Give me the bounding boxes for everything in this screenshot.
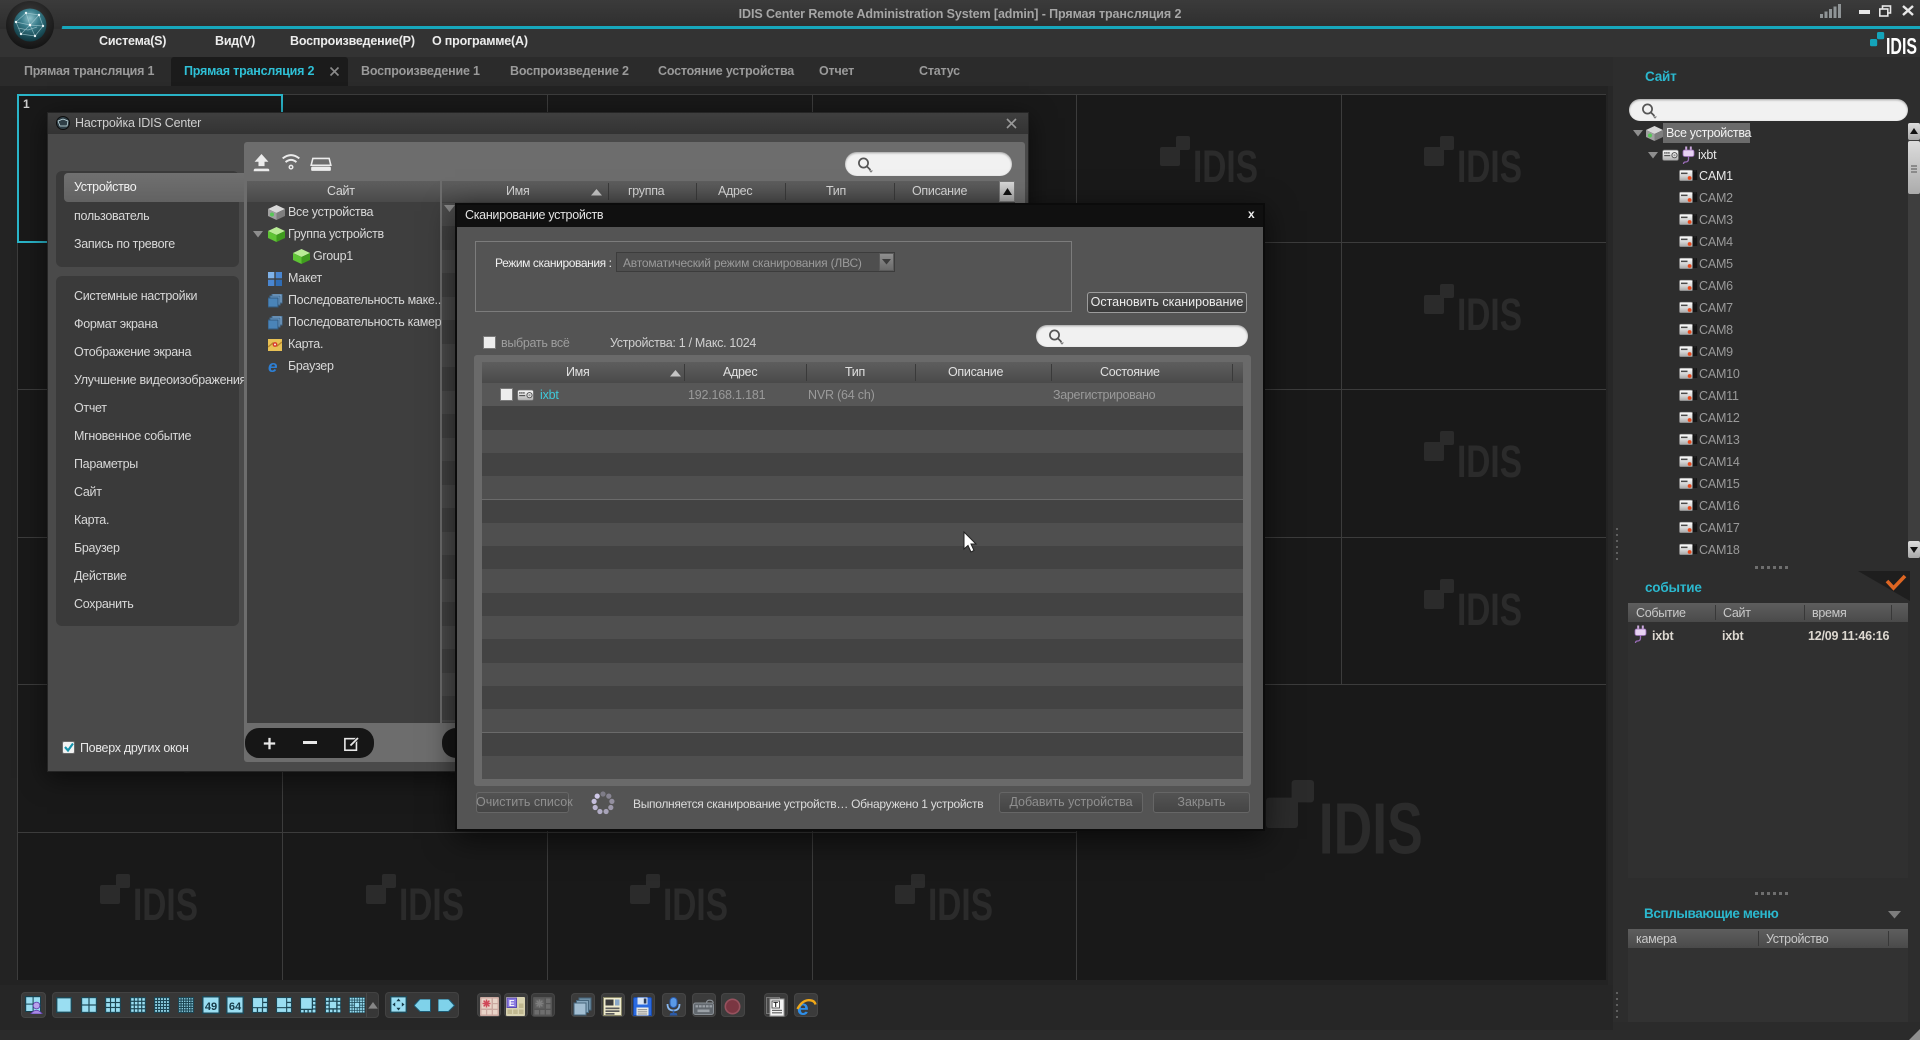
- svg-text:IDIS: IDIS: [1457, 584, 1522, 626]
- svg-text:IDIS: IDIS: [663, 879, 728, 921]
- svg-text:IDIS: IDIS: [1457, 141, 1522, 183]
- svg-text:IDIS: IDIS: [1193, 141, 1258, 183]
- svg-text:IDIS: IDIS: [1319, 790, 1423, 856]
- svg-text:E: E: [509, 998, 515, 1008]
- svg-text:IDIS: IDIS: [1457, 436, 1522, 478]
- svg-text:IDIS: IDIS: [399, 879, 464, 921]
- svg-text:T: T: [773, 1000, 778, 1009]
- svg-text:IDIS: IDIS: [1886, 33, 1917, 55]
- svg-text:49: 49: [205, 1001, 217, 1013]
- svg-text:64: 64: [229, 1001, 242, 1013]
- svg-text:IDIS: IDIS: [133, 879, 198, 921]
- svg-text:IDIS: IDIS: [928, 879, 993, 921]
- svg-text:IDIS: IDIS: [1457, 289, 1522, 331]
